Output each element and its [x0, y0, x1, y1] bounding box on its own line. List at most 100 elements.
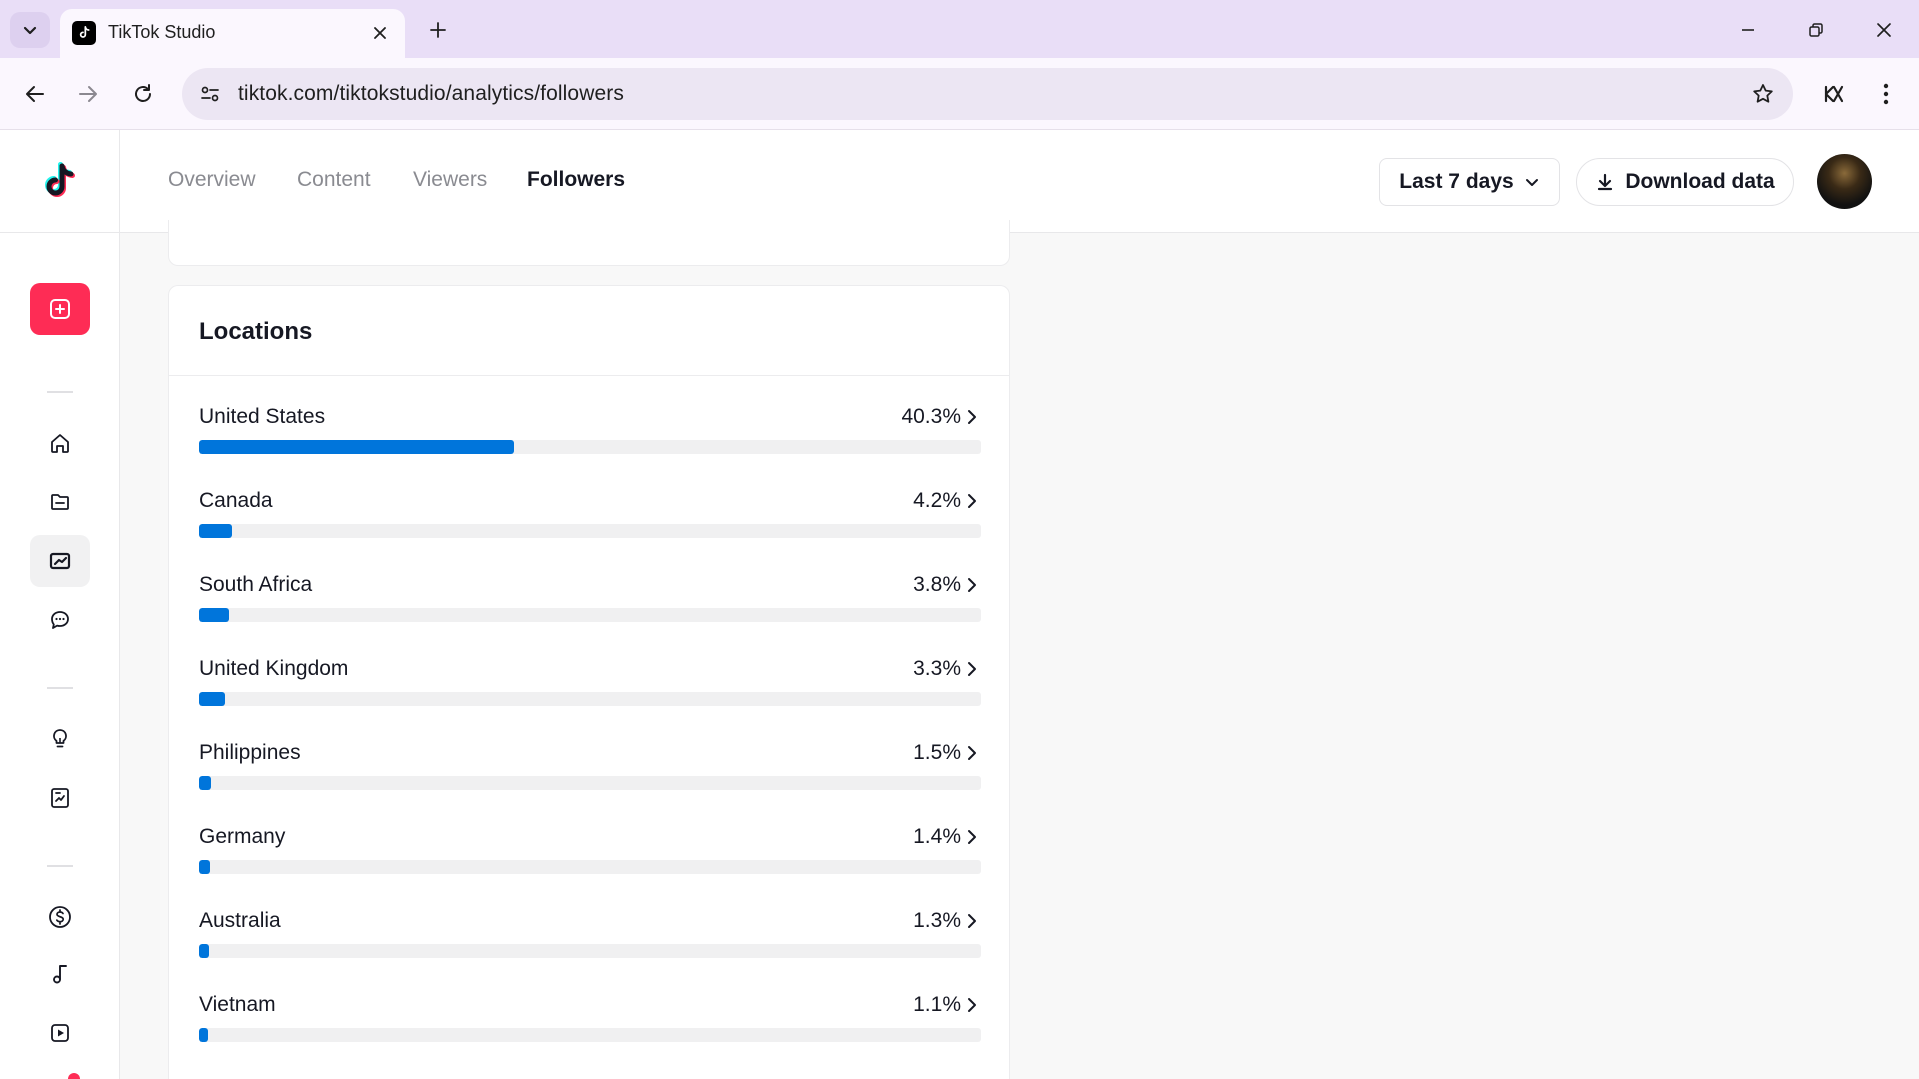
location-row[interactable]: United Kingdom 3.3% — [199, 657, 981, 723]
arrow-left-icon — [26, 86, 44, 102]
play-icon — [51, 1024, 69, 1042]
location-name: South Africa — [199, 573, 313, 596]
location-percentage: 3.8% — [913, 573, 961, 596]
avatar[interactable] — [1817, 154, 1872, 209]
tiktok-favicon-icon — [72, 21, 96, 45]
forward-button[interactable] — [68, 74, 108, 114]
new-tab-button[interactable] — [422, 14, 454, 46]
sidebar-item-academy[interactable] — [30, 772, 90, 824]
location-name: Philippines — [199, 741, 301, 764]
minimize-icon — [1742, 29, 1754, 31]
browser-tab-bar: TikTok Studio — [0, 0, 1919, 58]
browser-tab-active[interactable]: TikTok Studio — [60, 9, 405, 58]
dollar-icon — [49, 906, 71, 928]
minimize-button[interactable] — [1726, 12, 1770, 48]
upload-button[interactable] — [30, 283, 90, 335]
tab-followers[interactable]: Followers — [527, 168, 625, 192]
location-row[interactable]: Canada 4.2% — [199, 489, 981, 555]
sidebar-item-music[interactable] — [30, 948, 90, 1000]
chevron-right-icon — [965, 913, 979, 929]
sidebar-item-monetization[interactable] — [30, 891, 90, 943]
tab-overview[interactable]: Overview — [168, 168, 256, 192]
plus-icon — [430, 22, 446, 38]
location-bar-fill — [199, 608, 229, 622]
location-bar-track — [199, 860, 981, 874]
browser-menu-button[interactable] — [1866, 74, 1906, 114]
location-row[interactable]: Germany 1.4% — [199, 825, 981, 891]
academy-icon — [51, 788, 69, 808]
more-vertical-icon — [1883, 83, 1889, 105]
sidebar-item-playlists[interactable] — [30, 1007, 90, 1059]
extension-button[interactable] — [1814, 74, 1854, 114]
download-data-label: Download data — [1625, 170, 1775, 193]
studio-header: Overview Content Viewers Followers Last … — [0, 130, 1919, 233]
chevron-right-icon — [965, 661, 979, 677]
location-name: United Kingdom — [199, 657, 349, 680]
location-bar-fill — [199, 1028, 208, 1042]
reload-icon — [135, 84, 151, 102]
location-row[interactable]: Vietnam 1.1% — [199, 993, 981, 1059]
location-row[interactable]: Australia 1.3% — [199, 909, 981, 975]
location-row[interactable]: United States 40.3% — [199, 405, 981, 471]
home-icon — [51, 434, 69, 453]
download-data-button[interactable]: Download data — [1576, 158, 1794, 206]
sidebar-divider — [47, 391, 73, 393]
close-icon — [374, 27, 386, 39]
location-percentage: 40.3% — [901, 405, 961, 428]
location-bar-fill — [199, 860, 210, 874]
location-percentage: 1.3% — [913, 909, 961, 932]
location-bar-track — [199, 776, 981, 790]
tab-search-button[interactable] — [10, 12, 50, 48]
chevron-right-icon — [965, 997, 979, 1013]
location-name: United States — [199, 405, 326, 428]
date-range-label: Last 7 days — [1399, 170, 1514, 193]
tiktok-logo-icon — [44, 161, 75, 197]
location-bar-track — [199, 524, 981, 538]
tab-viewers[interactable]: Viewers — [413, 168, 487, 192]
previous-card — [168, 220, 1010, 266]
close-window-button[interactable] — [1862, 12, 1906, 48]
content-folder-icon — [51, 494, 69, 510]
location-bar-fill — [199, 440, 514, 454]
comments-icon — [51, 611, 69, 629]
back-button[interactable] — [15, 74, 55, 114]
tab-close-button[interactable] — [367, 20, 393, 46]
sidebar-item-analytics[interactable] — [30, 535, 90, 587]
url-text[interactable]: tiktok.com/tiktokstudio/analytics/follow… — [238, 82, 624, 106]
sidebar-divider — [47, 687, 73, 689]
location-row[interactable]: South Africa 3.8% — [199, 573, 981, 639]
restore-button[interactable] — [1794, 12, 1838, 48]
chevron-down-icon — [1525, 179, 1538, 186]
tab-content[interactable]: Content — [297, 168, 371, 192]
locations-title: Locations — [199, 318, 313, 345]
chevron-right-icon — [965, 577, 979, 593]
location-bar-fill — [199, 776, 211, 790]
location-name: Australia — [199, 909, 281, 932]
location-row[interactable]: Philippines 1.5% — [199, 741, 981, 807]
sidebar-item-home[interactable] — [30, 417, 90, 469]
extension-logo-icon — [1824, 85, 1844, 103]
chevron-right-icon — [965, 829, 979, 845]
sidebar-item-inspiration[interactable] — [30, 713, 90, 765]
tiktok-logo[interactable] — [0, 130, 120, 233]
location-bar-track — [199, 944, 981, 958]
location-percentage: 1.4% — [913, 825, 961, 848]
location-bar-fill — [199, 944, 209, 958]
location-bar-track — [199, 1028, 981, 1042]
tune-icon — [201, 86, 219, 102]
download-icon — [1598, 173, 1613, 191]
bookmark-button[interactable] — [1749, 80, 1777, 108]
music-icon — [53, 965, 67, 984]
sidebar-item-content[interactable] — [30, 476, 90, 528]
date-range-select[interactable]: Last 7 days — [1379, 158, 1560, 206]
tab-title: TikTok Studio — [108, 22, 216, 42]
site-info-button[interactable] — [194, 78, 226, 110]
location-percentage: 3.3% — [913, 657, 961, 680]
address-bar[interactable]: tiktok.com/tiktokstudio/analytics/follow… — [182, 68, 1793, 120]
locations-card: Locations United States 40.3% Canada 4.2% So… — [168, 285, 1010, 1079]
lightbulb-icon — [53, 729, 67, 748]
sidebar-item-comments[interactable] — [30, 594, 90, 646]
notification-dot — [68, 1073, 80, 1079]
reload-button[interactable] — [123, 74, 163, 114]
chevron-down-icon — [23, 26, 37, 35]
